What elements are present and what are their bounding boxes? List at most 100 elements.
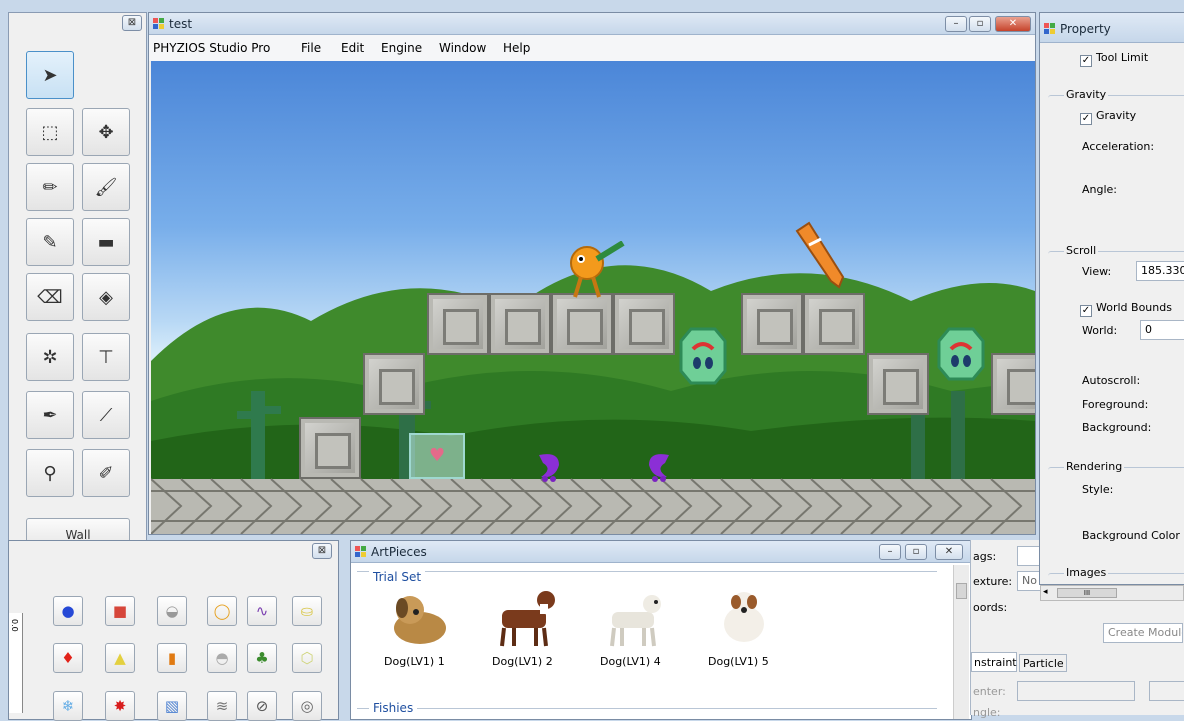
art-scrollbar[interactable] (953, 565, 969, 719)
world-label: World: (1082, 324, 1118, 337)
stone-block[interactable] (867, 353, 929, 415)
heart-box[interactable]: ♥ (409, 433, 465, 479)
center-field[interactable] (1017, 681, 1135, 701)
property-titlebar[interactable]: Property (1040, 13, 1184, 43)
fill-tool[interactable]: ◈ (82, 273, 130, 321)
purple-creature[interactable] (531, 449, 565, 483)
tab-particle[interactable]: Particle (1019, 654, 1067, 672)
palette-item[interactable]: ● (53, 596, 83, 626)
property-panel: Property ✓ Tool Limit Gravity ✓ Gravity Ac… (1039, 12, 1184, 585)
palette-close-button[interactable]: ⊠ (312, 543, 332, 559)
gravity-checkbox[interactable]: ✓ Gravity (1080, 109, 1136, 125)
stone-block[interactable] (741, 293, 803, 355)
maximize-button[interactable]: ▫ (969, 16, 991, 32)
stone-block[interactable] (489, 293, 551, 355)
palette-item[interactable]: ♣ (247, 643, 277, 673)
roller-icon: ⊤ (98, 346, 114, 368)
art-maximize-button[interactable]: ▫ (905, 544, 927, 560)
dog-thumbnail[interactable] (488, 588, 568, 648)
world-bounds-checkbox[interactable]: ✓ World Bounds (1080, 301, 1172, 317)
property-h-scrollbar[interactable]: ◂ III (1040, 585, 1184, 601)
h-scroll-thumb[interactable]: III (1057, 588, 1117, 598)
game-titlebar[interactable]: test – ▫ ✕ (149, 13, 1035, 35)
palette-item[interactable]: ◒ (157, 596, 187, 626)
create-module-button[interactable]: Create Module (1103, 623, 1183, 643)
center-field-2[interactable] (1149, 681, 1184, 701)
center-label: enter: (973, 685, 1006, 698)
stone-block[interactable] (299, 417, 361, 479)
tab-constraint[interactable]: nstraint (971, 652, 1017, 672)
acceleration-label: Acceleration: (1082, 140, 1155, 153)
view-field[interactable]: 185.3301 (1136, 261, 1184, 281)
menu-app[interactable]: PHYZIOS Studio Pro (153, 41, 270, 55)
artpieces-titlebar[interactable]: ArtPieces – ▫ ✕ (351, 541, 971, 563)
marquee-tool[interactable]: ⬚ (26, 108, 74, 156)
palette-item[interactable]: ◎ (292, 691, 322, 721)
art-close-button[interactable]: ✕ (935, 544, 963, 560)
minimize-button[interactable]: – (945, 16, 967, 32)
palette-item[interactable]: ▧ (157, 691, 187, 721)
ruler-label: 0.0 (10, 619, 19, 632)
palette-item[interactable]: ⬡ (292, 643, 322, 673)
stone-block[interactable] (551, 293, 613, 355)
dog-thumbnail[interactable] (598, 588, 678, 648)
art-minimize-button[interactable]: – (879, 544, 901, 560)
roller-tool[interactable]: ⊤ (82, 333, 130, 381)
purple-creature[interactable] (643, 449, 677, 483)
menu-help[interactable]: Help (503, 41, 530, 55)
palette-item[interactable]: ≋ (207, 691, 237, 721)
palette-item[interactable]: ⊘ (247, 691, 277, 721)
menu-window[interactable]: Window (439, 41, 486, 55)
nib-icon: ✒ (42, 404, 58, 426)
pipette-tool[interactable]: ✐ (82, 449, 130, 497)
stone-block[interactable] (363, 353, 425, 415)
eraser-tool[interactable]: ⌫ (26, 273, 74, 321)
menu-file[interactable]: File (301, 41, 321, 55)
tool-limit-checkbox[interactable]: ✓ Tool Limit (1080, 51, 1148, 67)
palette-item[interactable]: ❄ (53, 691, 83, 721)
pen-tool[interactable]: ✎ (26, 218, 74, 266)
palette-item[interactable]: ▲ (105, 643, 135, 673)
cheese-icon: ▲ (114, 649, 126, 667)
menu-engine[interactable]: Engine (381, 41, 422, 55)
move-tool[interactable]: ✥ (82, 108, 130, 156)
menu-edit[interactable]: Edit (341, 41, 364, 55)
dog-label: Dog(LV1) 2 (492, 655, 553, 668)
checkbox-checked-icon: ✓ (1080, 113, 1092, 125)
palette-item[interactable]: ∿ (247, 596, 277, 626)
stone-block[interactable] (803, 293, 865, 355)
dog-thumbnail[interactable] (706, 588, 786, 648)
brush-tool[interactable]: 🖌 (82, 163, 130, 211)
palette-item[interactable]: ✸ (105, 691, 135, 721)
artpieces-title: ArtPieces (371, 545, 427, 559)
palette-item[interactable]: ♦ (53, 643, 83, 673)
knife-tool[interactable]: ⟋ (82, 391, 130, 439)
stone-block[interactable] (613, 293, 675, 355)
spray-tool[interactable]: ✲ (26, 333, 74, 381)
palette-item[interactable]: ▮ (157, 643, 187, 673)
close-button[interactable]: ✕ (995, 16, 1031, 32)
pencil-tool[interactable]: ✏ (26, 163, 74, 211)
stone-block[interactable] (991, 353, 1035, 415)
palette-item[interactable]: ◯ (207, 596, 237, 626)
stone-block[interactable] (427, 293, 489, 355)
nib-tool[interactable]: ✒ (26, 391, 74, 439)
green-enemy[interactable] (679, 327, 727, 385)
tags-label: ags: (973, 550, 997, 563)
green-enemy[interactable] (937, 327, 985, 381)
game-canvas[interactable]: ♥ (151, 61, 1035, 534)
crayon-item[interactable] (791, 221, 851, 291)
dog-thumbnail[interactable] (380, 588, 460, 648)
toolbox-close-button[interactable]: ⊠ (122, 15, 142, 31)
select-tool[interactable]: ➤ (26, 51, 74, 99)
art-scrollbar-thumb[interactable] (956, 583, 967, 599)
scroll-left-icon[interactable]: ◂ (1043, 587, 1048, 597)
texture-label: exture: (973, 575, 1013, 588)
dropper-tool[interactable]: ⚲ (26, 449, 74, 497)
palette-item[interactable]: ■ (105, 596, 135, 626)
world-field[interactable]: 0 (1140, 320, 1184, 340)
shape-tool[interactable]: ▬ (82, 218, 130, 266)
palette-item[interactable]: ◓ (207, 643, 237, 673)
palette-item[interactable]: ⛀ (292, 596, 322, 626)
orange-character[interactable] (561, 241, 631, 301)
